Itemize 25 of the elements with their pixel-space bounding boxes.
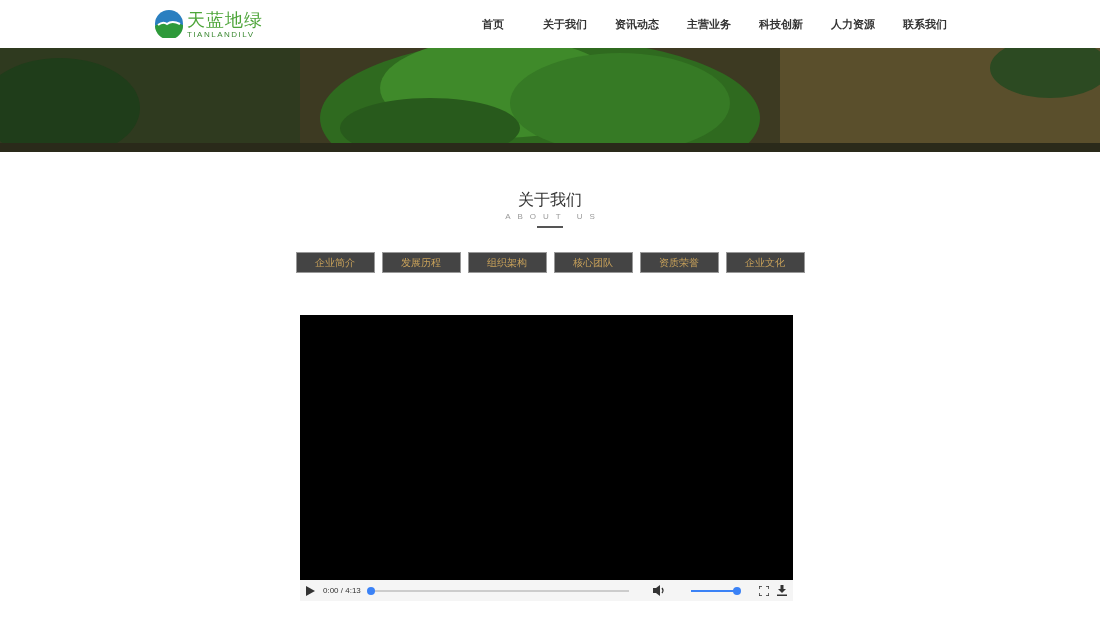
tab[interactable]: 发展历程 (381, 252, 461, 273)
fullscreen-icon[interactable] (759, 585, 769, 596)
download-icon[interactable] (777, 585, 787, 596)
nav-link[interactable]: 资讯动态 (601, 16, 673, 32)
logo-subtitle: TIANLANDILV (187, 29, 256, 39)
section-subtitle: ABOUT US (504, 212, 602, 221)
nav-link[interactable]: 联系我们 (889, 16, 961, 32)
section-title: 关于我们 (518, 190, 582, 210)
tab[interactable]: 组织架构 (467, 252, 547, 273)
nav-link[interactable]: 首页 (457, 16, 529, 32)
video-time: 0:00 / 4:13 (323, 586, 361, 595)
tab[interactable]: 资质荣誉 (639, 252, 719, 273)
volume-thumb[interactable] (733, 586, 741, 595)
tab[interactable]: 核心团队 (553, 252, 633, 273)
volume-icon[interactable] (653, 585, 665, 596)
logo-name: 天蓝地绿 (187, 9, 263, 30)
progress-thumb[interactable] (367, 586, 376, 595)
logo-icon (155, 10, 183, 38)
tab[interactable]: 企业简介 (295, 252, 375, 273)
nav-link[interactable]: 主营业务 (673, 16, 745, 32)
nav-link[interactable]: 科技创新 (745, 16, 817, 32)
tab[interactable]: 企业文化 (725, 252, 805, 273)
play-icon[interactable] (306, 585, 315, 596)
nav-link[interactable]: 人力资源 (817, 16, 889, 32)
nav-link[interactable]: 关于我们 (529, 16, 601, 32)
